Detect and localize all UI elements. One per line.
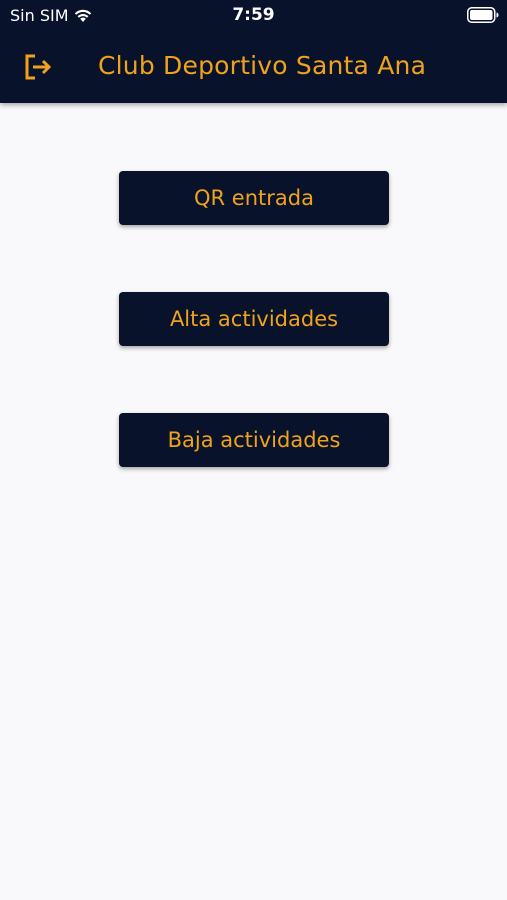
status-bar: Sin SIM 7:59 — [0, 0, 507, 30]
baja-actividades-button[interactable]: Baja actividades — [119, 413, 389, 467]
status-time: 7:59 — [232, 5, 275, 25]
app-title: Club Deportivo Santa Ana — [98, 51, 427, 80]
alta-actividades-button[interactable]: Alta actividades — [119, 292, 389, 346]
battery-icon — [467, 7, 499, 23]
app-screen: Sin SIM 7:59 Club Deportivo Santa Ana QR… — [0, 0, 507, 900]
logout-icon — [25, 54, 52, 80]
app-header: Sin SIM 7:59 Club Deportivo Santa Ana — [0, 0, 507, 103]
qr-entrada-button[interactable]: QR entrada — [119, 171, 389, 225]
logout-button[interactable] — [18, 50, 58, 84]
